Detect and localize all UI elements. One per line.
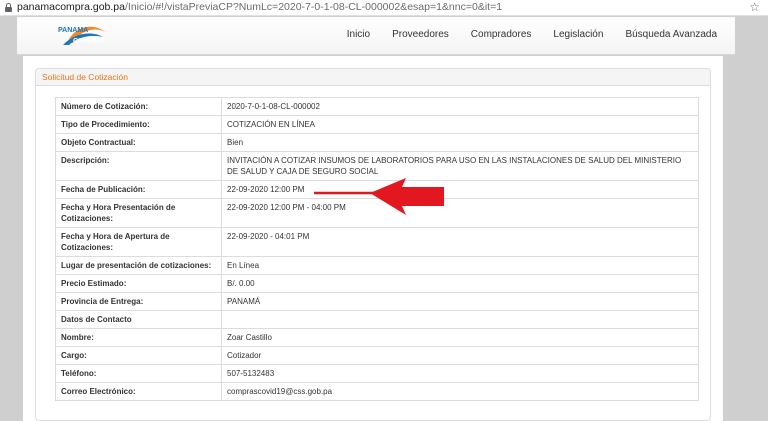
field-value: 22-09-2020 12:00 PM [221,180,699,199]
field-label: Datos de Contacto [55,310,222,329]
field-value: En Línea [221,256,699,275]
table-row: Fecha y Hora de Apertura de Cotizaciones… [55,227,699,257]
url-text[interactable]: panamacompra.gob.pa/Inicio/#!/vistaPrevi… [17,1,502,14]
field-label: Correo Electrónico: [55,382,222,401]
browser-address-bar[interactable]: panamacompra.gob.pa/Inicio/#!/vistaPrevi… [0,0,768,16]
lock-icon [5,3,12,12]
field-label: Lugar de presentación de cotizaciones: [55,256,222,275]
field-label: Precio Estimado: [55,274,222,293]
field-label: Tipo de Procedimiento: [55,115,222,134]
table-row: Descripción: INVITACIÓN A COTIZAR INSUMOS… [55,151,699,181]
field-value: PANAMÁ [221,292,699,311]
field-label: Número de Cotización: [55,97,222,116]
field-value: B/. 0.00 [221,274,699,293]
field-label: Fecha de Publicación: [55,180,222,199]
panel-title: Solicitud de Cotización [36,69,710,86]
table-row: Lugar de presentación de cotizaciones: En… [55,256,699,275]
table-row: Número de Cotización: 2020-7-0-1-08-CL-00… [55,97,699,116]
nav-inicio[interactable]: Inicio [347,29,370,40]
red-arrow-annotation [314,178,444,215]
url-domain: panamacompra.gob.pa [17,1,125,13]
table-row: Datos de Contacto [55,310,699,329]
field-value: 22-09-2020 - 04:01 PM [221,227,699,257]
nav-legislacion[interactable]: Legislación [553,29,603,40]
nav-compradores[interactable]: Compradores [471,29,532,40]
field-label: Descripción: [55,151,222,181]
field-label: Teléfono: [55,364,222,383]
table-row: Correo Electrónico: comprascovid19@css.go… [55,382,699,401]
field-value: Cotizador [221,346,699,365]
field-value: COTIZACIÓN EN LÍNEA [221,115,699,134]
field-label: Fecha y Hora de Apertura de Cotizaciones… [55,227,222,257]
field-value: INVITACIÓN A COTIZAR INSUMOS DE LABORATO… [221,151,699,181]
field-value: 2020-7-0-1-08-CL-000002 [221,97,699,116]
table-row: Teléfono: 507-5132483 [55,364,699,383]
field-value: 507-5132483 [221,364,699,383]
table-row: Provincia de Entrega: PANAMÁ [55,292,699,311]
table-row: Tipo de Procedimiento: COTIZACIÓN EN LÍNE… [55,115,699,134]
logo-text-2: COMPRA [73,38,104,45]
field-value: 22-09-2020 12:00 PM - 04:00 PM [221,198,699,228]
panamacompra-logo[interactable]: PANAMA COMPRA [53,23,111,49]
field-value: comprascovid19@css.gob.pa [221,382,699,401]
logo-text-1: PANAMA [58,27,88,34]
field-label: Fecha y Hora Presentación de Cotizacione… [55,198,222,228]
main-nav: Inicio Proveedores Compradores Legislaci… [347,29,717,40]
field-label: Cargo: [55,346,222,365]
nav-proveedores[interactable]: Proveedores [392,29,449,40]
field-value: Zoar Castillo [221,328,699,347]
table-row: Precio Estimado: B/. 0.00 [55,274,699,293]
field-value: Bien [221,133,699,152]
field-label: Provincia de Entrega: [55,292,222,311]
quotation-details-table: Número de Cotización: 2020-7-0-1-08-CL-00… [55,97,699,401]
field-value [221,310,699,329]
arrow-head [370,178,444,215]
table-row: Nombre: Zoar Castillo [55,328,699,347]
table-row: Objeto Contractual: Bien [55,133,699,152]
field-label: Objeto Contractual: [55,133,222,152]
site-header: PANAMA COMPRA Inicio Proveedores Comprad… [17,17,735,55]
url-path: /Inicio/#!/vistaPreviaCP?NumLc=2020-7-0-… [125,1,503,13]
table-row: Cargo: Cotizador [55,346,699,365]
bookmark-star-icon[interactable]: ☆ [749,0,760,14]
nav-busqueda-avanzada[interactable]: Búsqueda Avanzada [625,29,717,40]
field-label: Nombre: [55,328,222,347]
